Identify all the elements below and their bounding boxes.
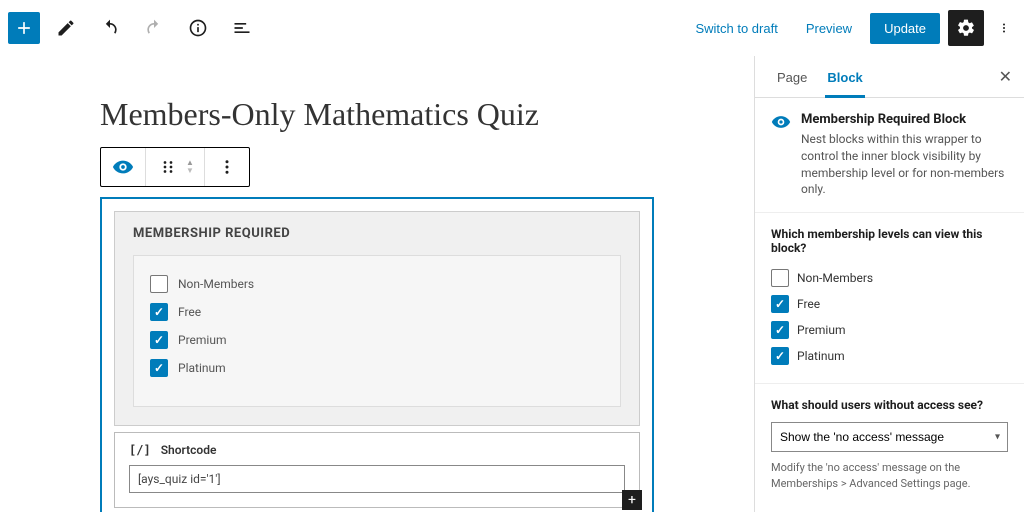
tab-block[interactable]: Block: [817, 56, 872, 97]
block-toolbar: ▲▼: [100, 147, 250, 187]
level-label: Non-Members: [178, 277, 254, 291]
shortcode-title: Shortcode: [161, 443, 217, 457]
drag-handle-icon[interactable]: [156, 155, 180, 179]
level-label: Free: [797, 297, 820, 311]
redo-button[interactable]: [136, 10, 172, 46]
visibility-icon[interactable]: [111, 155, 135, 179]
block-type-icon: [771, 112, 791, 135]
close-sidebar-icon[interactable]: ✕: [999, 67, 1012, 86]
list-item: Non-Members: [771, 265, 1008, 291]
levels-section-title: Which membership levels can view this bl…: [771, 227, 1008, 255]
shortcode-input[interactable]: [129, 465, 625, 493]
checkbox[interactable]: [771, 269, 789, 287]
level-label: Premium: [797, 323, 845, 337]
block-appender-button[interactable]: +: [622, 490, 642, 510]
membership-required-block[interactable]: MEMBERSHIP REQUIRED Non-Members Free Pre…: [100, 197, 654, 512]
block-more-icon[interactable]: [215, 155, 239, 179]
level-label: Platinum: [178, 361, 226, 375]
shortcode-block[interactable]: [/] Shortcode +: [114, 432, 640, 508]
list-item: Non-Members: [150, 270, 604, 298]
list-item: Free: [771, 291, 1008, 317]
level-label: Non-Members: [797, 271, 873, 285]
checkbox[interactable]: [150, 331, 168, 349]
sidebar-tabs: Page Block ✕: [755, 56, 1024, 98]
tab-page[interactable]: Page: [767, 56, 817, 97]
more-options-button[interactable]: [992, 10, 1016, 46]
undo-button[interactable]: [92, 10, 128, 46]
outline-button[interactable]: [224, 10, 260, 46]
no-access-select[interactable]: Show the 'no access' message: [771, 422, 1008, 452]
membership-levels-list: Non-Members Free Premium Platinum: [133, 255, 621, 407]
checkbox[interactable]: [150, 359, 168, 377]
add-block-button[interactable]: [8, 12, 40, 44]
level-label: Premium: [178, 333, 226, 347]
sidebar-block-description: Nest blocks within this wrapper to contr…: [801, 131, 1008, 198]
level-label: Free: [178, 305, 201, 319]
shortcode-icon: [/]: [129, 443, 151, 457]
membership-block-heading: MEMBERSHIP REQUIRED: [115, 212, 639, 255]
preview-button[interactable]: Preview: [796, 15, 862, 42]
list-item: Free: [150, 298, 604, 326]
chevron-down-icon: ▾: [995, 432, 1000, 443]
level-label: Platinum: [797, 349, 845, 363]
settings-sidebar: Page Block ✕ Membership Required Block N…: [754, 56, 1024, 512]
list-item: Platinum: [150, 354, 604, 382]
checkbox[interactable]: [771, 295, 789, 313]
settings-gear-button[interactable]: [948, 10, 984, 46]
toolbar-left: [8, 10, 260, 46]
checkbox[interactable]: [150, 303, 168, 321]
no-access-hint: Modify the 'no access' message on the Me…: [771, 460, 1008, 491]
page-title[interactable]: Members-Only Mathematics Quiz: [100, 96, 654, 133]
list-item: Platinum: [771, 343, 1008, 369]
top-toolbar: Switch to draft Preview Update: [0, 0, 1024, 56]
move-arrows-icon[interactable]: ▲▼: [186, 159, 194, 175]
checkbox[interactable]: [150, 275, 168, 293]
toolbar-right: Switch to draft Preview Update: [685, 10, 1016, 46]
switch-to-draft-button[interactable]: Switch to draft: [685, 15, 787, 42]
update-button[interactable]: Update: [870, 13, 940, 44]
list-item: Premium: [150, 326, 604, 354]
list-item: Premium: [771, 317, 1008, 343]
sidebar-block-title: Membership Required Block: [801, 112, 1008, 127]
no-access-title: What should users without access see?: [771, 398, 1008, 412]
editor-canvas: Members-Only Mathematics Quiz ▲▼: [0, 56, 754, 512]
checkbox[interactable]: [771, 347, 789, 365]
info-button[interactable]: [180, 10, 216, 46]
edit-mode-button[interactable]: [48, 10, 84, 46]
checkbox[interactable]: [771, 321, 789, 339]
